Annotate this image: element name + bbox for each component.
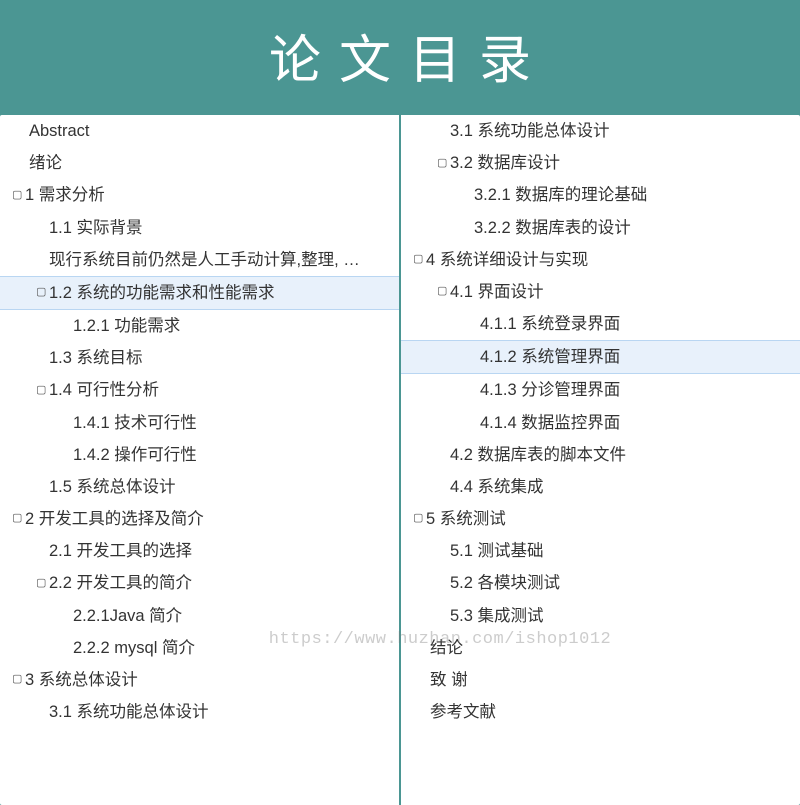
toc-row-label: 1.4.1 技术可行性 [73,407,197,439]
caret-icon[interactable]: ▢ [413,508,423,529]
caret-icon[interactable]: ▢ [12,669,22,690]
toc-row[interactable]: ▢1.1 实际背景 [0,212,399,244]
toc-row[interactable]: ▢结论 [401,632,800,664]
toc-row-label: 3 系统总体设计 [25,664,138,696]
page-title: 论文目录 [0,18,800,93]
toc-row[interactable]: ▢5.3 集成测试 [401,600,800,632]
toc-row-label: 2.2 开发工具的简介 [49,567,192,599]
toc-row-label: 1.4.2 操作可行性 [73,439,197,471]
toc-columns: ▢Abstract▢绪论▢1 需求分析▢1.1 实际背景▢现行系统目前仍然是人工… [0,115,800,805]
toc-row-label: 1 需求分析 [25,179,105,211]
toc-row[interactable]: ▢1.4.1 技术可行性 [0,407,399,439]
toc-row[interactable]: ▢4.2 数据库表的脚本文件 [401,439,800,471]
toc-row[interactable]: ▢4.1.1 系统登录界面 [401,308,800,340]
toc-row[interactable]: ▢5.2 各模块测试 [401,567,800,599]
toc-row[interactable]: ▢3.1 系统功能总体设计 [0,696,399,728]
caret-icon[interactable]: ▢ [12,185,22,206]
toc-row[interactable]: ▢现行系统目前仍然是人工手动计算,整理, … [0,244,399,276]
toc-row-label: 3.1 系统功能总体设计 [450,115,610,147]
toc-row[interactable]: ▢参考文献 [401,696,800,728]
toc-row[interactable]: ▢4.1.2 系统管理界面 [401,340,800,374]
page-header: 论文目录 [0,0,800,115]
caret-icon[interactable]: ▢ [437,281,447,302]
toc-row[interactable]: ▢4.1.4 数据监控界面 [401,407,800,439]
toc-row-label: 1.5 系统总体设计 [49,471,176,503]
toc-row-label: 4.2 数据库表的脚本文件 [450,439,626,471]
toc-row[interactable]: ▢1.4 可行性分析 [0,374,399,406]
toc-row-label: Abstract [29,115,90,147]
toc-row-label: 结论 [430,632,463,664]
toc-row-label: 3.2 数据库设计 [450,147,560,179]
toc-row-label: 5.3 集成测试 [450,600,544,632]
toc-row-label: 4.4 系统集成 [450,471,544,503]
caret-icon[interactable]: ▢ [36,380,46,401]
toc-row[interactable]: ▢3.2.2 数据库表的设计 [401,212,800,244]
toc-row-label: 4.1.3 分诊管理界面 [480,374,620,406]
toc-row-label: 致 谢 [430,664,468,696]
caret-icon[interactable]: ▢ [36,282,46,303]
toc-row[interactable]: ▢3.1 系统功能总体设计 [401,115,800,147]
toc-row-label: 4.1.4 数据监控界面 [480,407,620,439]
toc-row-label: 4.1.2 系统管理界面 [480,341,620,373]
toc-row[interactable]: ▢2.2.2 mysql 简介 [0,632,399,664]
toc-row-label: 5.2 各模块测试 [450,567,560,599]
toc-row[interactable]: ▢2.2 开发工具的简介 [0,567,399,599]
caret-icon[interactable]: ▢ [12,508,22,529]
toc-row[interactable]: ▢2.1 开发工具的选择 [0,535,399,567]
toc-row[interactable]: ▢1.2.1 功能需求 [0,310,399,342]
toc-row[interactable]: ▢1.5 系统总体设计 [0,471,399,503]
toc-row-label: 3.2.1 数据库的理论基础 [474,179,647,211]
toc-row-label: 1.2 系统的功能需求和性能需求 [49,277,275,309]
toc-row-label: 3.2.2 数据库表的设计 [474,212,631,244]
toc-row[interactable]: ▢4.4 系统集成 [401,471,800,503]
toc-row-label: 2 开发工具的选择及简介 [25,503,204,535]
toc-row-label: 1.3 系统目标 [49,342,143,374]
caret-icon[interactable]: ▢ [36,573,46,594]
toc-row-label: 5 系统测试 [426,503,506,535]
toc-column-left: ▢Abstract▢绪论▢1 需求分析▢1.1 实际背景▢现行系统目前仍然是人工… [0,115,399,805]
toc-row-label: 3.1 系统功能总体设计 [49,696,209,728]
toc-row-label: 1.2.1 功能需求 [73,310,180,342]
toc-row-label: 1.1 实际背景 [49,212,143,244]
toc-row[interactable]: ▢1.3 系统目标 [0,342,399,374]
toc-row[interactable]: ▢4.1 界面设计 [401,276,800,308]
toc-row-label: 2.2.2 mysql 简介 [73,632,195,664]
caret-icon[interactable]: ▢ [437,153,447,174]
toc-row[interactable]: ▢3.2.1 数据库的理论基础 [401,179,800,211]
toc-row-label: 绪论 [29,147,62,179]
toc-row[interactable]: ▢5 系统测试 [401,503,800,535]
toc-row-label: 4.1.1 系统登录界面 [480,308,620,340]
toc-row-label: 2.1 开发工具的选择 [49,535,192,567]
toc-row[interactable]: ▢2.2.1Java 简介 [0,600,399,632]
toc-row[interactable]: ▢4 系统详细设计与实现 [401,244,800,276]
toc-row[interactable]: ▢绪论 [0,147,399,179]
toc-row[interactable]: ▢3.2 数据库设计 [401,147,800,179]
toc-row-label: 1.4 可行性分析 [49,374,159,406]
toc-row-label: 5.1 测试基础 [450,535,544,567]
toc-row[interactable]: ▢1 需求分析 [0,179,399,211]
toc-row[interactable]: ▢致 谢 [401,664,800,696]
toc-row-label: 参考文献 [430,696,496,728]
toc-row[interactable]: ▢3 系统总体设计 [0,664,399,696]
toc-row[interactable]: ▢Abstract [0,115,399,147]
toc-row[interactable]: ▢2 开发工具的选择及简介 [0,503,399,535]
toc-row-label: 现行系统目前仍然是人工手动计算,整理, … [49,244,360,276]
toc-row[interactable]: ▢1.2 系统的功能需求和性能需求 [0,276,399,310]
toc-row[interactable]: ▢1.4.2 操作可行性 [0,439,399,471]
caret-icon[interactable]: ▢ [413,249,423,270]
toc-row[interactable]: ▢4.1.3 分诊管理界面 [401,374,800,406]
toc-row-label: 2.2.1Java 简介 [73,600,182,632]
toc-row[interactable]: ▢5.1 测试基础 [401,535,800,567]
toc-column-right: ▢3.1 系统功能总体设计▢3.2 数据库设计▢3.2.1 数据库的理论基础▢3… [401,115,800,805]
toc-row-label: 4.1 界面设计 [450,276,544,308]
toc-row-label: 4 系统详细设计与实现 [426,244,588,276]
